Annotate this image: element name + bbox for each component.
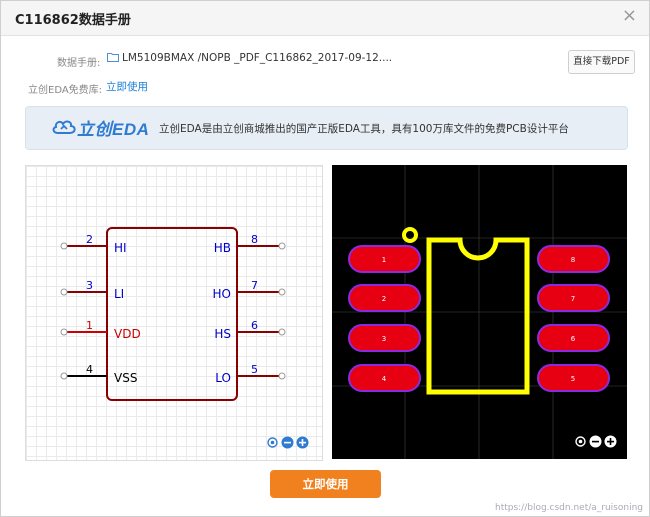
eda-logo-text: 立创EDA: [77, 119, 150, 139]
zoom-in-icon[interactable]: [296, 436, 309, 449]
watermark-text: https://blog.csdn.net/a_ruisoning: [494, 503, 643, 513]
locate-icon[interactable]: [574, 435, 587, 448]
footprint-preview: 1 2 3 4 8 7 6 5: [332, 165, 627, 459]
pin-name: VSS: [114, 371, 137, 385]
dialog-title: C116862数据手册: [15, 13, 131, 28]
silkscreen-outline: [426, 237, 530, 395]
pin-number: 8: [251, 233, 258, 246]
dialog-titlebar: C116862数据手册 ×: [1, 1, 649, 36]
pad-label: 8: [571, 256, 575, 264]
pin-number: 6: [251, 319, 258, 332]
pad-label: 4: [382, 375, 387, 383]
datasheet-dialog: C116862数据手册 × 数据手册: LM5109BMAX /NOPB _PD…: [0, 0, 650, 517]
pin-number: 4: [86, 363, 93, 376]
pin-end-5: [278, 372, 286, 380]
pin-number: 5: [251, 363, 258, 376]
pin-end-7: [278, 288, 286, 296]
footprint-drawing: 1 2 3 4 8 7 6 5: [332, 165, 627, 459]
pin-end-3: [60, 288, 68, 296]
folder-icon: [107, 53, 119, 62]
datasheet-label: 数据手册:: [57, 58, 101, 69]
library-label: 立创EDA免费库:: [28, 85, 103, 96]
pin-name: LI: [114, 287, 124, 301]
zoom-out-icon[interactable]: [589, 435, 602, 448]
locate-icon[interactable]: [266, 436, 279, 449]
pin-end-6: [278, 328, 286, 336]
pin-number: 3: [86, 279, 93, 292]
schematic-symbol: 2 3 1 4 8 7 6 5 HI LI VDD VSS HB HO HS L…: [60, 227, 286, 401]
download-pdf-button[interactable]: 直接下载PDF: [568, 50, 635, 74]
pad-label: 7: [571, 295, 575, 303]
schematic-preview: 2 3 1 4 8 7 6 5 HI LI VDD VSS HB HO HS L…: [25, 165, 323, 461]
pin-name: HS: [214, 327, 231, 341]
pin-name: HI: [114, 241, 127, 255]
pin-end-8: [278, 242, 286, 250]
eda-logo: 立创EDA: [51, 115, 149, 139]
datasheet-file[interactable]: LM5109BMAX /NOPB _PDF_C116862_2017-09-12…: [107, 52, 392, 64]
pad-label: 3: [382, 335, 386, 343]
zoom-in-icon[interactable]: [604, 435, 617, 448]
eda-banner[interactable]: 立创EDA 立创EDA是由立创商城推出的国产正版EDA工具，具有100万库文件的…: [25, 106, 628, 150]
pad-label: 5: [571, 375, 575, 383]
pad-label: 2: [382, 295, 386, 303]
pin-number: 1: [86, 319, 93, 332]
pin-name: HB: [214, 241, 231, 255]
pin-end-1: [60, 328, 68, 336]
use-now-button[interactable]: 立即使用: [270, 470, 381, 498]
pin-name: LO: [215, 371, 231, 385]
cloud-icon: [52, 120, 76, 134]
pad-label: 6: [571, 335, 576, 343]
pin-end-2: [60, 242, 68, 250]
pin-name: HO: [213, 287, 231, 301]
pin-number: 2: [86, 233, 93, 246]
close-icon[interactable]: ×: [622, 7, 637, 25]
library-use-link[interactable]: 立即使用: [106, 79, 148, 94]
datasheet-filename: LM5109BMAX /NOPB _PDF_C116862_2017-09-12…: [122, 52, 393, 64]
schematic-zoom-controls: [266, 436, 309, 449]
banner-text: 立创EDA是由立创商城推出的国产正版EDA工具，具有100万库文件的免费PCB设…: [159, 123, 569, 135]
pin-end-4: [60, 372, 68, 380]
pin-name: VDD: [114, 327, 141, 341]
pin-number: 7: [251, 279, 258, 292]
footprint-zoom-controls: [574, 435, 617, 448]
pin1-marker: [402, 227, 418, 243]
zoom-out-icon[interactable]: [281, 436, 294, 449]
pad-label: 1: [382, 256, 386, 264]
